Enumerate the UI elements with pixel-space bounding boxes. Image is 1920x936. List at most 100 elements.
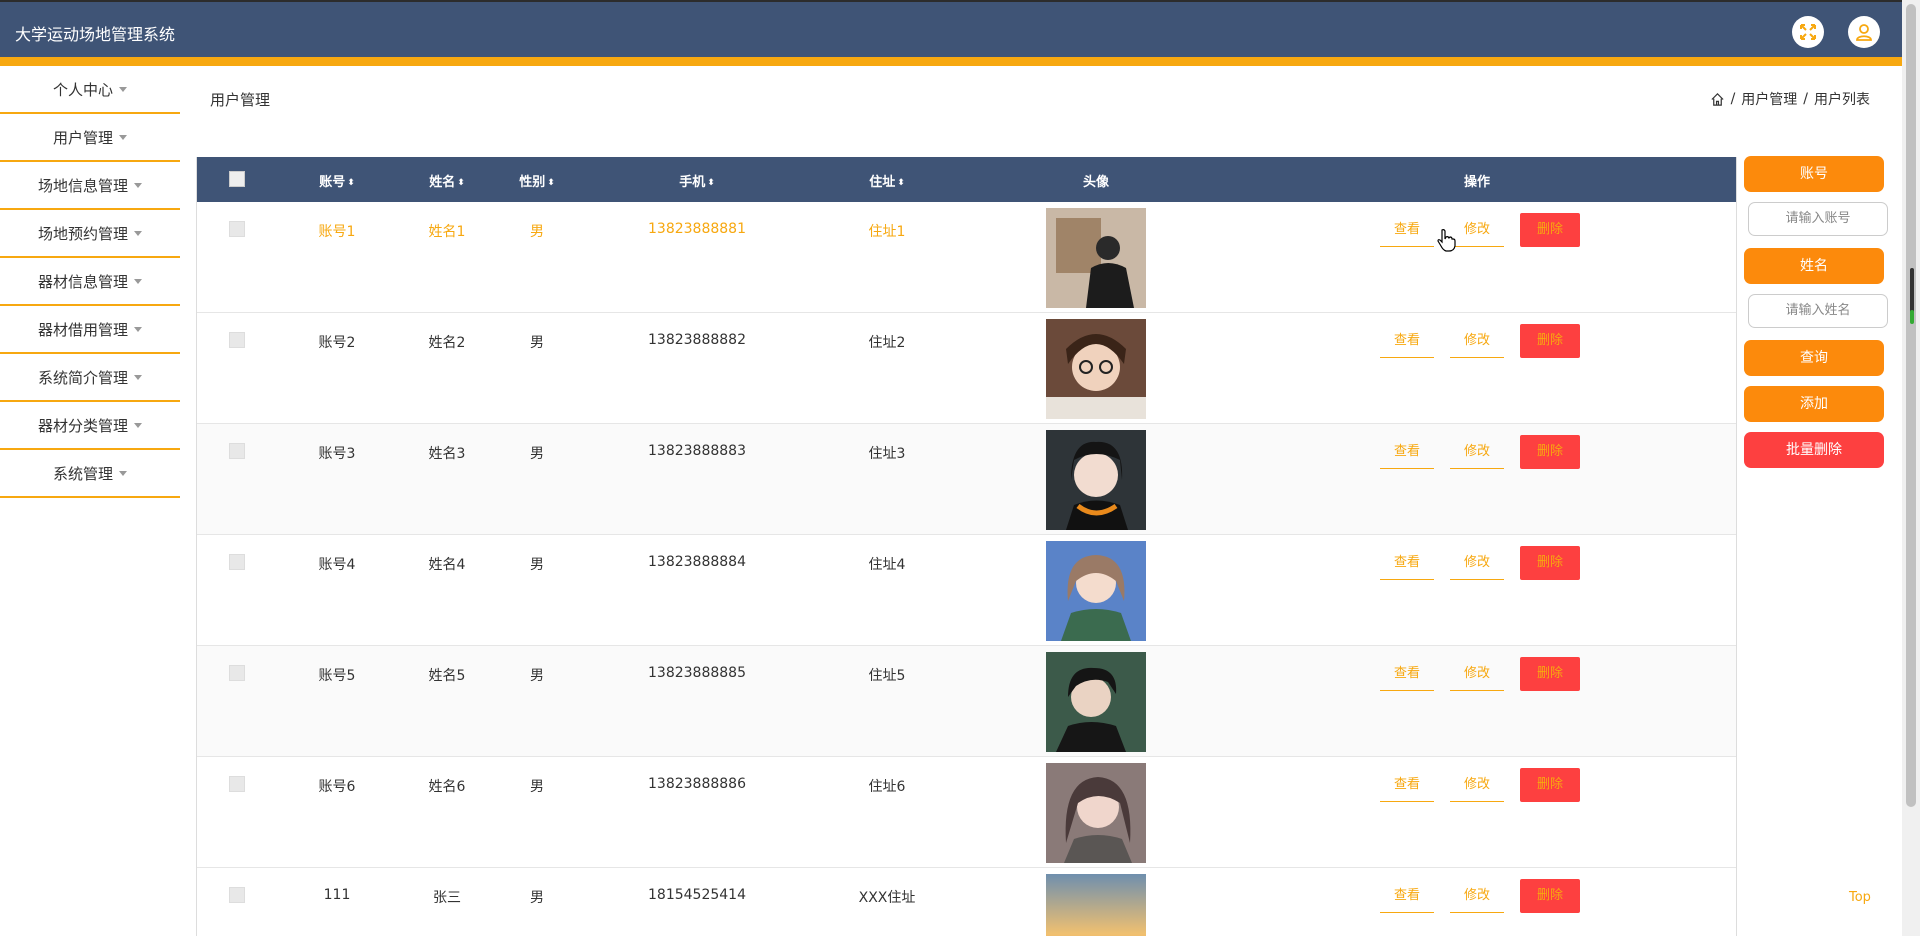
scrollbar-thumb[interactable] xyxy=(1906,4,1916,807)
view-button[interactable]: 查看 xyxy=(1380,213,1435,247)
avatar xyxy=(1046,319,1146,419)
sidebar-item-venue-info[interactable]: 场地信息管理 xyxy=(0,162,180,210)
edit-button[interactable]: 修改 xyxy=(1450,879,1505,913)
row-checkbox[interactable] xyxy=(229,332,245,348)
row-checkbox[interactable] xyxy=(229,665,245,681)
row-checkbox[interactable] xyxy=(229,443,245,459)
cell-address: 住址3 xyxy=(868,446,906,462)
sort-icon[interactable]: ⬍ xyxy=(707,178,715,188)
row-checkbox[interactable] xyxy=(229,887,245,903)
cell-name: 姓名6 xyxy=(428,779,466,795)
delete-button[interactable]: 删除 xyxy=(1520,324,1580,358)
edit-button[interactable]: 修改 xyxy=(1450,657,1505,691)
header-avatar: 头像 xyxy=(1082,175,1109,190)
caret-down-icon xyxy=(134,278,142,284)
sort-icon[interactable]: ⬍ xyxy=(897,178,905,188)
cell-address: 住址2 xyxy=(868,335,906,351)
row-checkbox[interactable] xyxy=(229,776,245,792)
edit-button[interactable]: 修改 xyxy=(1450,324,1505,358)
header-address[interactable]: 住址 ⬍ xyxy=(837,171,937,190)
user-menu-button[interactable] xyxy=(1848,16,1880,48)
row-checkbox[interactable] xyxy=(229,221,245,237)
add-button[interactable]: 添加 xyxy=(1744,386,1884,422)
sidebar-item-venue-booking[interactable]: 场地预约管理 xyxy=(0,210,180,258)
cell-account: 111 xyxy=(323,887,351,903)
edit-button[interactable]: 修改 xyxy=(1450,213,1505,247)
account-search-input[interactable]: 请输入账号 xyxy=(1748,202,1888,236)
table-row[interactable]: 账号1 姓名1 男 13823888881 住址1 查看 修改 删除 xyxy=(197,202,1736,313)
view-button[interactable]: 查看 xyxy=(1380,879,1435,913)
delete-button[interactable]: 删除 xyxy=(1520,435,1580,469)
header-gender[interactable]: 性别 ⬍ xyxy=(497,171,577,190)
cell-gender: 男 xyxy=(530,890,544,906)
edit-button[interactable]: 修改 xyxy=(1450,435,1505,469)
top-accent-bar xyxy=(0,57,1902,66)
view-button[interactable]: 查看 xyxy=(1380,657,1435,691)
sidebar-item-label: 系统管理 xyxy=(52,464,113,483)
cell-account: 账号6 xyxy=(318,779,356,795)
cell-gender: 男 xyxy=(530,668,544,684)
delete-button[interactable]: 删除 xyxy=(1520,213,1580,247)
delete-button[interactable]: 删除 xyxy=(1520,657,1580,691)
caret-down-icon xyxy=(119,86,127,92)
name-label: 姓名 xyxy=(1744,248,1884,284)
table-row[interactable]: 账号5 姓名5 男 13823888885 住址5 查看 修改 删除 xyxy=(197,646,1736,757)
header-account[interactable]: 账号 ⬍ xyxy=(297,171,377,190)
view-button[interactable]: 查看 xyxy=(1380,324,1435,358)
delete-button[interactable]: 删除 xyxy=(1520,879,1580,913)
breadcrumb-user-management[interactable]: 用户管理 xyxy=(1741,89,1797,109)
avatar xyxy=(1046,763,1146,863)
page-scrollbar[interactable] xyxy=(1902,0,1920,936)
avatar xyxy=(1046,874,1146,936)
fullscreen-button[interactable] xyxy=(1792,16,1824,48)
table-row[interactable]: 111 张三 男 18154525414 XXX住址 查看 修改 删除 xyxy=(197,868,1736,936)
edit-button[interactable]: 修改 xyxy=(1450,768,1505,802)
account-label: 账号 xyxy=(1744,156,1884,192)
table-row[interactable]: 账号3 姓名3 男 13823888883 住址3 查看 修改 删除 xyxy=(197,424,1736,535)
header-name[interactable]: 姓名 ⬍ xyxy=(407,171,487,190)
cell-phone: 18154525414 xyxy=(648,887,746,903)
page-title: 用户管理 xyxy=(210,91,271,109)
sidebar-item-label: 器材借用管理 xyxy=(37,320,128,339)
table-row[interactable]: 账号2 姓名2 男 13823888882 住址2 查看 修改 删除 xyxy=(197,313,1736,424)
sidebar-item-personal-center[interactable]: 个人中心 xyxy=(0,66,180,114)
row-checkbox[interactable] xyxy=(229,554,245,570)
select-all-checkbox[interactable] xyxy=(229,171,245,187)
sort-icon[interactable]: ⬍ xyxy=(547,178,555,188)
table-row[interactable]: 账号4 姓名4 男 13823888884 住址4 查看 修改 删除 xyxy=(197,535,1736,646)
sidebar-item-user-management[interactable]: 用户管理 xyxy=(0,114,180,162)
sort-icon[interactable]: ⬍ xyxy=(457,178,465,188)
user-table: 账号 ⬍ 姓名 ⬍ 性别 ⬍ 手机 ⬍ 住址 ⬍ 头像 操作 账号1 姓名1 男 1382… xyxy=(196,157,1737,936)
query-button[interactable]: 查询 xyxy=(1744,340,1884,376)
sidebar-item-equipment-info[interactable]: 器材信息管理 xyxy=(0,258,180,306)
back-to-top-link[interactable]: Top xyxy=(1849,890,1871,905)
view-button[interactable]: 查看 xyxy=(1380,546,1435,580)
cell-name: 姓名4 xyxy=(428,557,466,573)
caret-down-icon xyxy=(134,182,142,188)
cell-name: 姓名5 xyxy=(428,668,466,684)
cell-phone: 13823888884 xyxy=(648,554,746,570)
cell-name: 姓名3 xyxy=(428,446,466,462)
sidebar-item-equipment-borrow[interactable]: 器材借用管理 xyxy=(0,306,180,354)
sort-icon[interactable]: ⬍ xyxy=(347,178,355,188)
edit-button[interactable]: 修改 xyxy=(1450,546,1505,580)
cell-account: 账号4 xyxy=(318,557,356,573)
sidebar-item-equipment-category[interactable]: 器材分类管理 xyxy=(0,402,180,450)
batch-delete-button[interactable]: 批量删除 xyxy=(1744,432,1884,468)
cell-account: 账号5 xyxy=(318,668,356,684)
sidebar-item-system-management[interactable]: 系统管理 xyxy=(0,450,180,498)
delete-button[interactable]: 删除 xyxy=(1520,768,1580,802)
home-icon[interactable] xyxy=(1710,92,1725,107)
table-header: 账号 ⬍ 姓名 ⬍ 性别 ⬍ 手机 ⬍ 住址 ⬍ 头像 操作 xyxy=(197,157,1736,202)
view-button[interactable]: 查看 xyxy=(1380,435,1435,469)
name-search-input[interactable]: 请输入姓名 xyxy=(1748,294,1888,328)
view-button[interactable]: 查看 xyxy=(1380,768,1435,802)
sidebar-item-label: 器材信息管理 xyxy=(37,272,128,291)
table-row[interactable]: 账号6 姓名6 男 13823888886 住址6 查看 修改 删除 xyxy=(197,757,1736,868)
breadcrumb-user-list: 用户列表 xyxy=(1814,92,1870,108)
header-phone[interactable]: 手机 ⬍ xyxy=(637,171,757,190)
cell-account: 账号1 xyxy=(318,224,356,240)
delete-button[interactable]: 删除 xyxy=(1520,546,1580,580)
cell-address: 住址4 xyxy=(868,557,906,573)
sidebar-item-system-intro[interactable]: 系统简介管理 xyxy=(0,354,180,402)
